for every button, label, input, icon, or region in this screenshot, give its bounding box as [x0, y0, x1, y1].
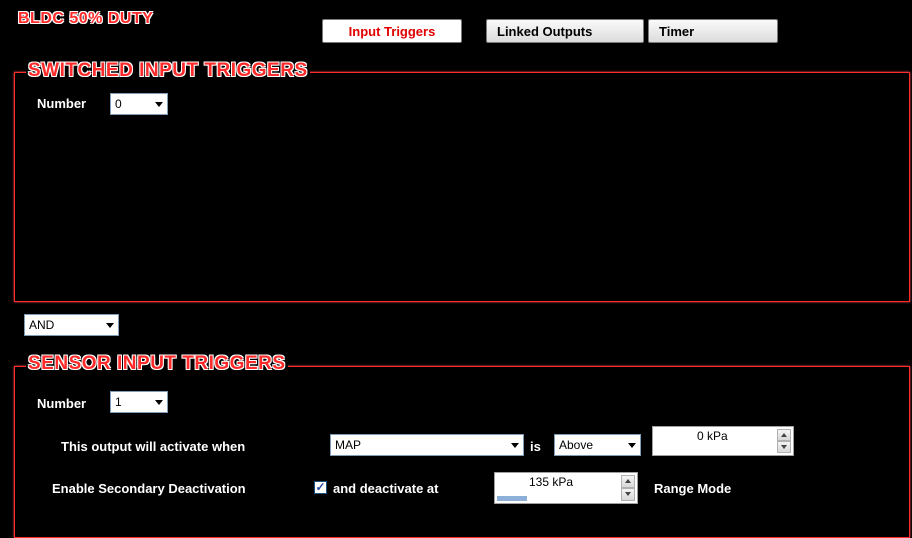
sensor-number-select[interactable]: 1 — [110, 391, 168, 413]
secondary-deactivation-checkbox[interactable]: ✓ — [314, 481, 327, 494]
range-mode-label: Range Mode — [654, 481, 732, 496]
logic-operator-value: AND — [29, 318, 55, 332]
switched-number-value: 0 — [115, 97, 122, 111]
deactivate-value: 135 kPa — [529, 475, 574, 489]
activate-when-label: This output will activate when — [61, 439, 246, 454]
sensor-source-value: MAP — [335, 438, 362, 452]
sensor-number-value: 1 — [115, 395, 122, 409]
deactivate-progress-bar — [497, 496, 527, 501]
threshold-value: 0 kPa — [697, 429, 728, 443]
window-title: BLDC 50% DUTY — [18, 10, 154, 27]
increment-icon[interactable] — [621, 475, 635, 488]
threshold-stepper[interactable] — [777, 429, 791, 453]
tab-input-triggers[interactable]: Input Triggers — [322, 19, 462, 43]
decrement-icon[interactable] — [777, 441, 791, 453]
tab-timer[interactable]: Timer — [648, 19, 778, 43]
logic-operator-select[interactable]: AND — [24, 314, 119, 336]
switched-number-select[interactable]: 0 — [110, 93, 168, 115]
checkmark-icon: ✓ — [315, 480, 326, 494]
sensor-input-triggers-title: SENSOR INPUT TRIGGERS — [26, 353, 288, 375]
secondary-deactivation-label: Enable Secondary Deactivation — [52, 481, 246, 496]
chevron-down-icon — [155, 400, 163, 405]
chevron-down-icon — [106, 323, 114, 328]
switched-input-triggers-title: SWITCHED INPUT TRIGGERS — [26, 60, 310, 82]
comparison-value: Above — [559, 438, 594, 452]
switched-number-label: Number — [37, 96, 87, 111]
deactivate-stepper[interactable] — [621, 475, 635, 501]
is-label: is — [530, 439, 541, 454]
sensor-number-label: Number — [37, 396, 87, 411]
deactivate-spinner[interactable]: 135 kPa — [494, 472, 638, 504]
decrement-icon[interactable] — [621, 488, 635, 501]
increment-icon[interactable] — [777, 429, 791, 441]
sensor-source-select[interactable]: MAP — [330, 434, 524, 456]
deactivate-at-label: and deactivate at — [333, 481, 439, 496]
chevron-down-icon — [511, 443, 519, 448]
chevron-down-icon — [155, 102, 163, 107]
comparison-select[interactable]: Above — [554, 434, 641, 456]
threshold-spinner[interactable]: 0 kPa — [652, 426, 794, 456]
tab-linked-outputs[interactable]: Linked Outputs — [486, 19, 644, 43]
chevron-down-icon — [628, 443, 636, 448]
